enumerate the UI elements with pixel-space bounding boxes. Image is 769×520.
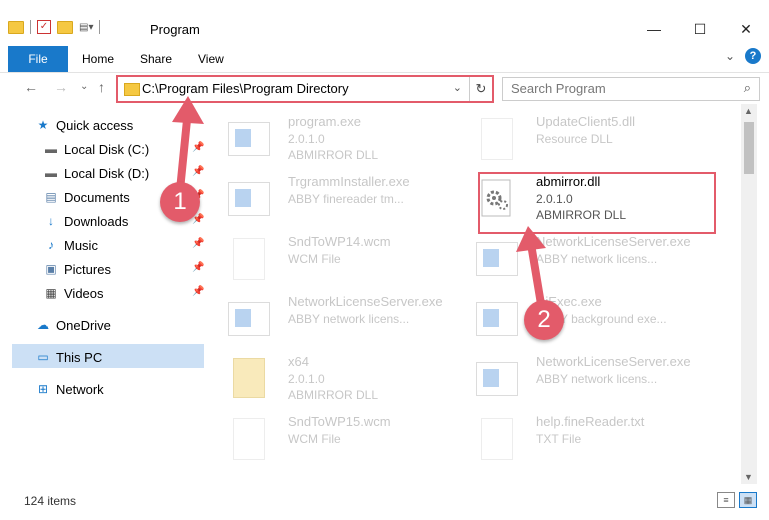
tiles-view-icon[interactable]: ▦ [739,492,757,508]
callout-2: 2 [524,300,564,340]
status-bar: 124 items ≡ ▦ [0,486,769,514]
callout-1: 1 [160,182,200,222]
arrow-1-head [172,96,204,124]
item-count: 124 items [24,494,77,508]
annotation-arrows [172,96,546,314]
arrow-2-head [516,226,546,252]
details-view-icon[interactable]: ≡ [717,492,735,508]
